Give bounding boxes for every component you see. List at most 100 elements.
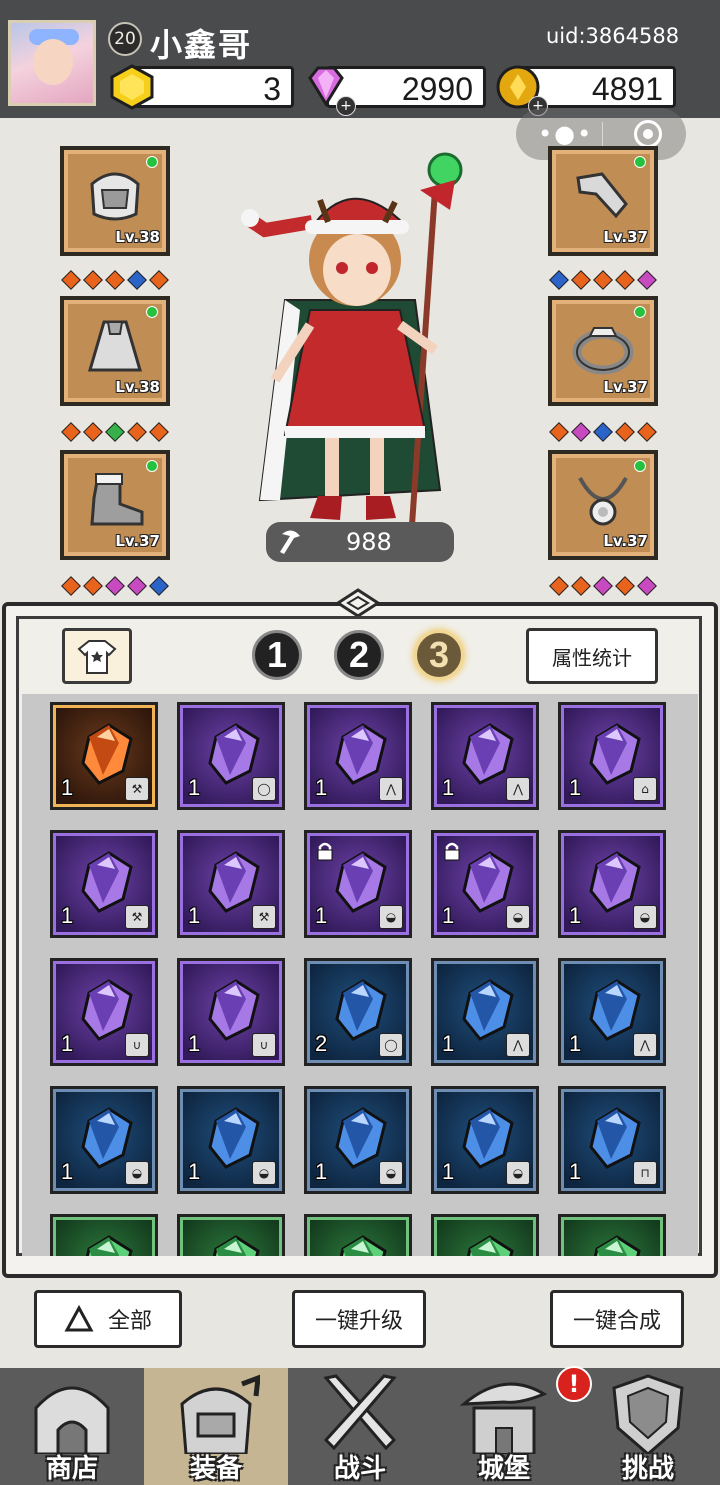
item-count: 1 <box>61 775 74 800</box>
tab-1[interactable]: 1 <box>252 630 302 680</box>
inventory-item-blue-crystal[interactable]: 1 ◒ <box>304 1086 412 1194</box>
inventory-item-purple-crystal[interactable]: 1 ⚒ <box>50 830 158 938</box>
gem-blue <box>127 270 147 290</box>
nav-battle[interactable]: 战斗 <box>288 1368 432 1485</box>
item-count: 1 <box>188 903 201 928</box>
clothing-filter-button[interactable] <box>62 628 132 684</box>
equip-slot-boots[interactable]: Lv.37 <box>60 450 170 560</box>
nav-castle-label: 城堡 <box>477 1454 530 1484</box>
close-miniprogram-icon[interactable] <box>634 120 662 148</box>
item-count: 1 <box>569 1159 582 1184</box>
helmet-icon <box>90 172 140 221</box>
hammer-icon <box>280 530 300 554</box>
cape-slot-icon: ⋀ <box>506 1033 530 1057</box>
inventory-item-purple-crystal[interactable]: 1 ◯ <box>177 702 285 810</box>
player-avatar[interactable] <box>8 20 96 106</box>
inventory-item-purple-crystal[interactable]: 1 ◒ <box>304 830 412 938</box>
inventory-item-purple-crystal[interactable]: 1 ∪ <box>177 958 285 1066</box>
item-count: 1 <box>442 1031 455 1056</box>
crystal-icon <box>208 1107 260 1169</box>
inventory-item-blue-crystal[interactable]: 2 ◯ <box>304 958 412 1066</box>
inventory-item-green-crystal[interactable] <box>431 1214 539 1256</box>
inventory-item-green-crystal[interactable] <box>50 1214 158 1256</box>
bracer-gem-row <box>549 270 657 290</box>
upgrade-all-button[interactable]: 一键升级 <box>292 1290 426 1348</box>
helmet-slot-icon: ◒ <box>379 905 403 929</box>
equip-slot-cape[interactable]: Lv.38 <box>60 296 170 406</box>
inventory-item-purple-crystal[interactable]: 1 ◒ <box>558 830 666 938</box>
inventory-item-purple-crystal[interactable]: 1 ◒ <box>431 830 539 938</box>
item-count: 1 <box>315 775 328 800</box>
crystal-icon <box>212 1235 260 1256</box>
inventory-item-blue-crystal[interactable]: 1 ◒ <box>177 1086 285 1194</box>
equip-slot-ring[interactable]: Lv.37 <box>548 296 658 406</box>
staff-slot-icon: ⚒ <box>125 905 149 929</box>
bracer-slot-icon: ⊓ <box>633 1161 657 1185</box>
nav-castle[interactable]: 城堡 <box>432 1368 576 1485</box>
gem-orange <box>61 422 81 442</box>
crystal-icon <box>462 979 514 1041</box>
slot-level: Lv.38 <box>115 228 160 246</box>
nav-shop[interactable]: 商店 <box>0 1368 144 1485</box>
helmet-slot-icon: ◒ <box>506 1161 530 1185</box>
inventory-item-purple-crystal[interactable]: 1 ⋀ <box>304 702 412 810</box>
helmet-slot-icon: ◒ <box>125 1161 149 1185</box>
inventory-item-purple-crystal[interactable]: 1 ⌂ <box>558 702 666 810</box>
necklace-slot-icon: ∪ <box>252 1033 276 1057</box>
new-indicator-dot <box>634 460 646 472</box>
inventory-item-green-crystal[interactable] <box>304 1214 412 1256</box>
tab-2[interactable]: 2 <box>334 630 384 680</box>
equip-slot-helmet[interactable]: Lv.38 <box>60 146 170 256</box>
attribute-stats-button[interactable]: 属性统计 <box>526 628 658 684</box>
gem-orange <box>615 422 635 442</box>
lock-icon <box>317 842 333 861</box>
inventory-item-orange-crystal[interactable]: 1 ⚒ <box>50 702 158 810</box>
nav-equipment-active[interactable]: 装备 <box>144 1368 288 1485</box>
new-indicator-dot <box>146 156 158 168</box>
inventory-item-blue-crystal[interactable]: 1 ⋀ <box>431 958 539 1066</box>
filter-all-button[interactable]: 全部 <box>34 1290 182 1348</box>
item-count: 1 <box>569 775 582 800</box>
inventory-item-blue-crystal[interactable]: 1 ⊓ <box>558 1086 666 1194</box>
inventory-item-purple-crystal[interactable]: 1 ⚒ <box>177 830 285 938</box>
character-portrait <box>241 152 463 526</box>
new-indicator-dot <box>634 156 646 168</box>
crystal-icon <box>208 979 260 1041</box>
inventory-item-green-crystal[interactable] <box>558 1214 666 1256</box>
item-count: 1 <box>61 903 74 928</box>
inventory-item-purple-crystal[interactable]: 1 ∪ <box>50 958 158 1066</box>
bracer-icon <box>576 172 628 219</box>
inventory-item-purple-crystal[interactable]: 1 ⋀ <box>431 702 539 810</box>
gem-orange <box>105 270 125 290</box>
gem-orange <box>615 270 635 290</box>
gem-orange <box>127 422 147 442</box>
more-menu-icon[interactable]: •●• <box>538 120 593 148</box>
triangle-up-icon <box>64 1305 94 1332</box>
add-diamond-button[interactable]: + <box>336 96 356 116</box>
gem-orange <box>637 422 657 442</box>
shirt-icon <box>77 640 117 674</box>
panel-ornament-icon <box>336 588 380 618</box>
ring-gem-row <box>549 422 657 442</box>
equip-slot-necklace[interactable]: Lv.37 <box>548 450 658 560</box>
item-count: 1 <box>188 775 201 800</box>
lock-icon <box>444 842 460 861</box>
gem-orange <box>571 270 591 290</box>
inventory-item-blue-crystal[interactable]: 1 ◒ <box>431 1086 539 1194</box>
tab-3-active[interactable]: 3 <box>414 630 464 680</box>
inventory-item-blue-crystal[interactable]: 1 ⋀ <box>558 958 666 1066</box>
crystal-icon <box>593 1235 641 1256</box>
nav-challenge-label: 挑战 <box>621 1454 674 1484</box>
merge-all-button[interactable]: 一键合成 <box>550 1290 684 1348</box>
equip-slot-bracer[interactable]: Lv.37 <box>548 146 658 256</box>
inventory-item-blue-crystal[interactable]: 1 ◒ <box>50 1086 158 1194</box>
gem-orange <box>615 576 635 596</box>
gem-orange <box>83 422 103 442</box>
gem-orange <box>149 270 169 290</box>
inventory-item-green-crystal[interactable] <box>177 1214 285 1256</box>
crystal-icon <box>335 1107 387 1169</box>
nav-challenge[interactable]: 挑战 <box>576 1368 720 1485</box>
gem-pink <box>637 576 657 596</box>
shield-icon <box>612 1374 684 1454</box>
gold-hex-counter: 3 <box>132 66 294 108</box>
